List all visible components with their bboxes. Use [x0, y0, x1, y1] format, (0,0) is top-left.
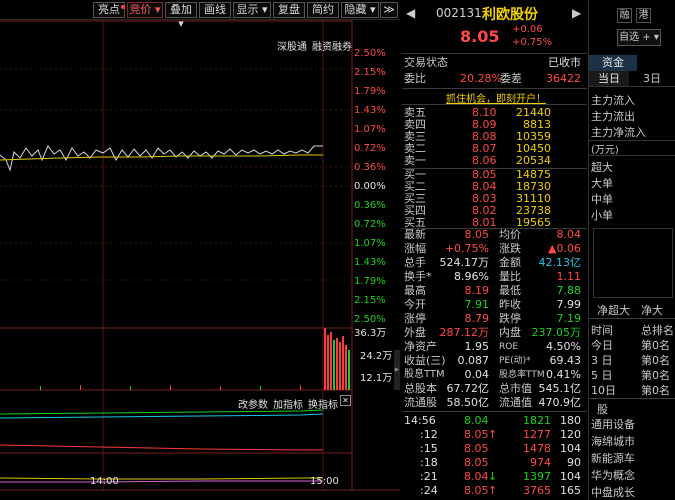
axis-label: 0.72% [354, 143, 386, 154]
stock-name: 利欧股份 [482, 7, 538, 23]
expand-icon[interactable]: ≫ [380, 2, 398, 18]
current-price: 8.05 [460, 27, 500, 46]
chart-canvas [0, 20, 400, 491]
rongzi-label[interactable]: 融资融券 [312, 38, 352, 53]
right-arrow-icon[interactable]: ▶ [572, 6, 581, 20]
weicha-value: 36422 [546, 72, 581, 85]
axis-label: 2.15% [354, 295, 386, 306]
replay-button[interactable]: 复盘 [273, 2, 305, 18]
weibi-value: 20.28% [460, 72, 502, 85]
sector-link[interactable]: 中盘成长 [591, 484, 635, 500]
time-col-header: 时间 [591, 324, 613, 337]
display-button[interactable]: 显示 ▾ [233, 2, 271, 18]
tab-today[interactable]: 当日 [589, 71, 629, 86]
sector-link[interactable]: 海绵城市 [591, 433, 635, 449]
overlay-button[interactable]: 叠加 ▾ [165, 2, 197, 30]
rank-period: 今日 [591, 339, 613, 352]
axis-label: 0.36% [354, 162, 386, 173]
tick-row: :15 8.05 1478 104 [420, 442, 581, 455]
volume-axis-label: 36.3万 [354, 328, 387, 339]
sector-link[interactable]: 通用设备 [591, 416, 635, 432]
unit-label: (万元) [591, 145, 619, 156]
rank-period: 10日 [591, 384, 616, 397]
add-indicator-tab[interactable]: 加指标 [273, 396, 303, 411]
axis-label: 1.79% [354, 276, 386, 287]
sector-link[interactable]: 新能源车 [591, 450, 635, 466]
axis-label: 2.50% [354, 48, 386, 59]
net-label: 净超大 [597, 304, 630, 317]
tick-row: 14:56 8.04 1821 180 [404, 414, 581, 427]
axis-label: 0.72% [354, 219, 386, 230]
rank-col-header: 总排名 [641, 324, 674, 337]
order-row[interactable]: 卖一 8.06 20534 [402, 154, 585, 168]
rank-value: 第0名 [641, 384, 670, 397]
tick-row: :21 8.04 ↓ 1397 104 [420, 470, 581, 483]
quote-panel: ◀ 002131 利欧股份 ▶ 8.05 +0.06 +0.75% 交易状态 已收… [402, 0, 587, 500]
size-label: 超大 [591, 161, 613, 174]
status-label: 交易状态 [404, 56, 448, 69]
margin-badge[interactable]: 融 [617, 8, 632, 23]
collapse-handle-icon[interactable]: ▸ [394, 350, 400, 390]
intraday-chart[interactable]: 深股通 融资融券 2.50% 2.15% 1.79% 1.43% 1.07% 0… [0, 20, 400, 500]
close-icon[interactable]: ✕ [340, 395, 351, 406]
axis-label: 2.15% [354, 67, 386, 78]
sector-header-label: 股 [597, 403, 608, 416]
draw-line-button[interactable]: 画线 [199, 2, 231, 18]
time-label: 14:00 [90, 476, 119, 487]
weicha-label: 委差 [500, 72, 522, 85]
stock-code: 002131 [436, 6, 482, 20]
rank-value: 第0名 [641, 354, 670, 367]
size-label: 大单 [591, 177, 613, 190]
axis-label: 1.07% [354, 238, 386, 249]
watchlist-add-button[interactable]: 自选 + ▾ [617, 29, 661, 46]
price-change: +0.06 [512, 24, 543, 35]
notification-dot-icon [121, 5, 125, 9]
weibi-label: 委比 [404, 72, 426, 85]
axis-label: 1.07% [354, 124, 386, 135]
change-params-tab[interactable]: 改参数 [238, 396, 268, 411]
liangdian-button[interactable]: 亮点 [93, 2, 125, 18]
main-inflow-label: 主力流入 [591, 94, 635, 107]
chart-toolbar: 亮点 竞价 ▾ 叠加 ▾ 画线 显示 ▾ 复盘 简约 隐藏 ▾ ≫ [0, 0, 400, 30]
axis-label: 0.00% [354, 181, 386, 192]
axis-label: 1.43% [354, 105, 386, 116]
volume-axis-label: 24.2万 [360, 351, 393, 362]
main-net-label: 主力净流入 [591, 126, 646, 139]
tab-fund[interactable]: 资金 [589, 55, 637, 71]
fund-flow-panel: 融 港 自选 + ▾ 资金 当日 3日 主力流入 主力流出 主力净流入 (万元)… [588, 0, 675, 500]
switch-indicator-tab[interactable]: 换指标 [308, 396, 338, 411]
period-tabs: 当日 3日 [589, 71, 675, 87]
rank-value: 第0名 [641, 369, 670, 382]
volume-bars [40, 328, 350, 390]
jingjia-button[interactable]: 竞价 ▾ [127, 2, 163, 18]
status-value: 已收市 [548, 56, 581, 69]
tick-row: :18 8.05 974 90 [420, 456, 581, 469]
sector-link[interactable]: 华为概念 [591, 467, 635, 483]
volume-axis-label: 12.1万 [360, 373, 393, 384]
left-arrow-icon[interactable]: ◀ [406, 6, 415, 20]
time-label: 15:00 [310, 476, 339, 487]
hk-connect-badge[interactable]: 港 [636, 8, 651, 23]
axis-label: 0.36% [354, 200, 386, 211]
main-outflow-label: 主力流出 [591, 110, 635, 123]
size-label: 小单 [591, 209, 613, 222]
hide-button[interactable]: 隐藏 ▾ [341, 2, 379, 18]
tick-row: :24 8.05 ↑ 3765 165 [420, 484, 581, 497]
axis-label: 1.79% [354, 86, 386, 97]
tab-3day[interactable]: 3日 [637, 71, 667, 86]
shenggutong-label[interactable]: 深股通 [277, 38, 307, 53]
price-change-pct: +0.75% [512, 37, 553, 48]
tick-row: :12 8.05 ↑ 1277 120 [420, 428, 581, 441]
rank-value: 第0名 [641, 339, 670, 352]
net-label: 净大 [641, 304, 663, 317]
rank-period: 5 日 [591, 369, 613, 382]
net-flow-chart [593, 228, 673, 298]
size-label: 中单 [591, 193, 613, 206]
rank-period: 3 日 [591, 354, 613, 367]
promo-link[interactable]: 抓住机会，即刻开户！ [446, 90, 546, 105]
axis-label: 1.43% [354, 257, 386, 268]
simple-button[interactable]: 简约 [307, 2, 339, 18]
